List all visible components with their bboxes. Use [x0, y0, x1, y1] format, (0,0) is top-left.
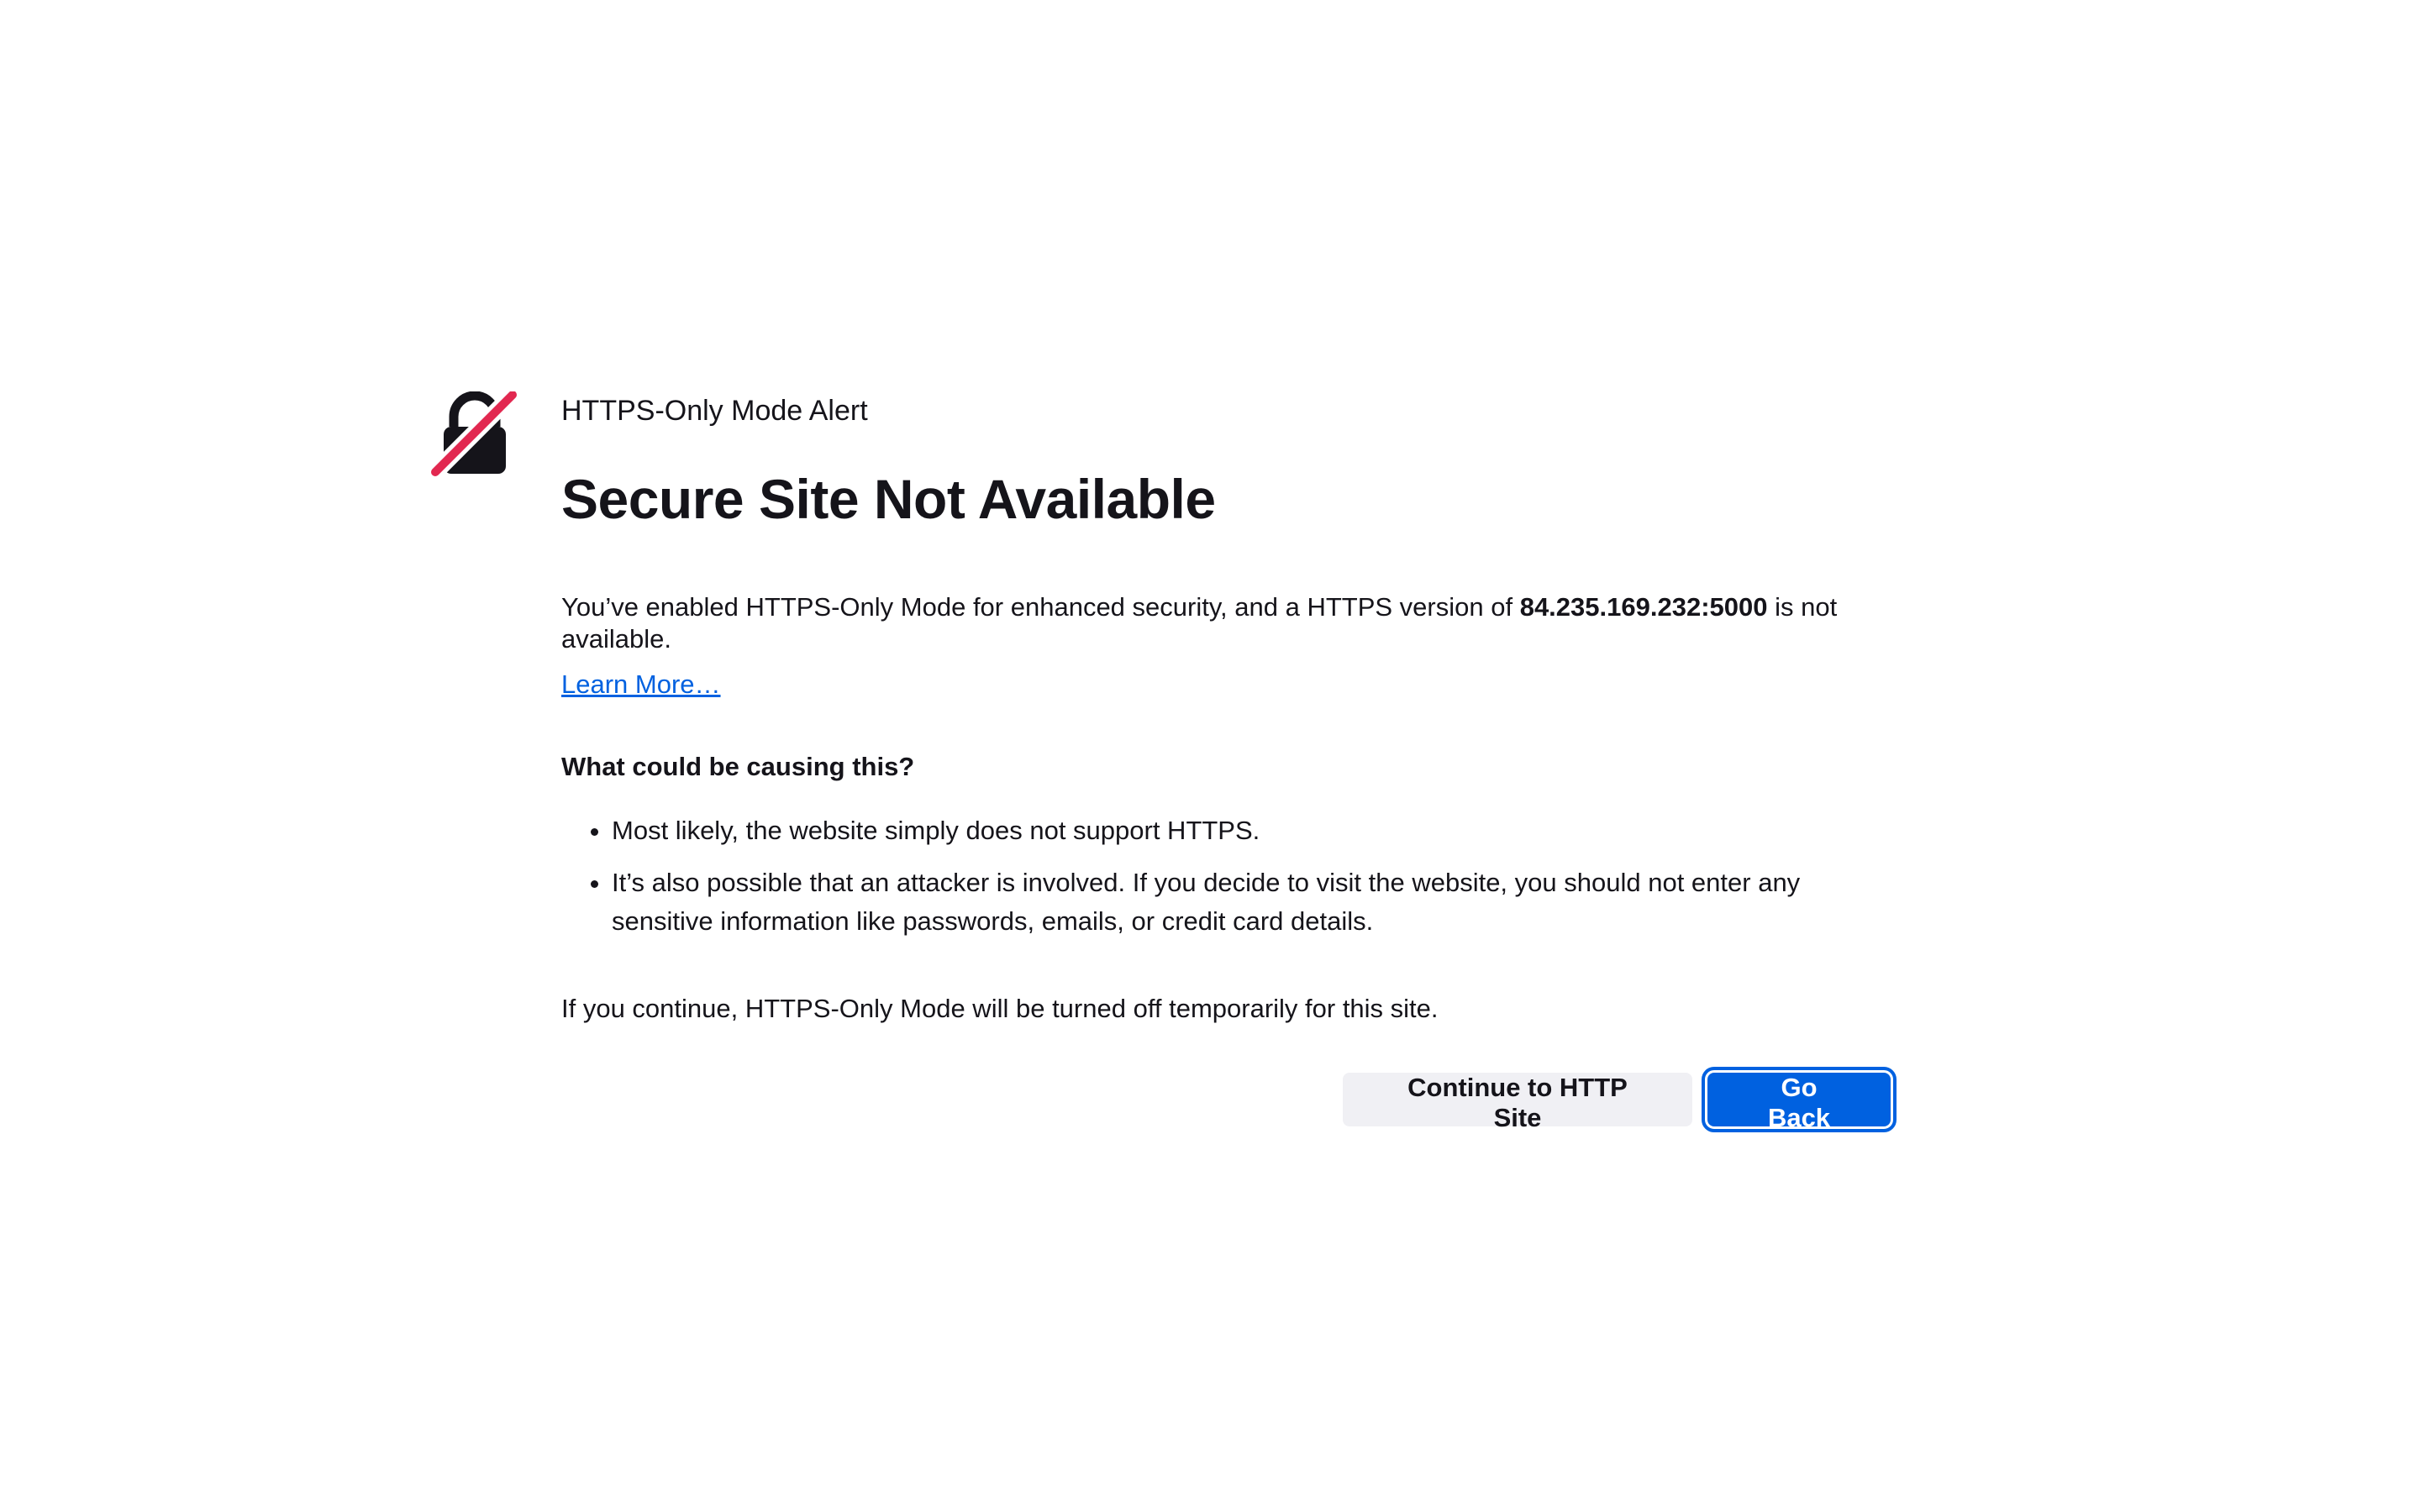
continue-note: If you continue, HTTPS-Only Mode will be… [561, 994, 1439, 1023]
page-title: Secure Site Not Available [561, 468, 1216, 530]
causes-list: Most likely, the website simply does not… [561, 811, 1897, 941]
list-item: It’s also possible that an attacker is i… [612, 864, 1897, 941]
causes-heading: What could be causing this? [561, 752, 915, 781]
https-only-error-page: HTTPS-Only Mode Alert Secure Site Not Av… [0, 0, 2420, 1512]
alert-subtitle: HTTPS-Only Mode Alert [561, 395, 868, 427]
site-host: 84.235.169.232:5000 [1519, 592, 1768, 622]
continue-to-http-button[interactable]: Continue to HTTP Site [1343, 1073, 1692, 1132]
description-text-before: You’ve enabled HTTPS-Only Mode for enhan… [561, 592, 1520, 622]
alert-content: HTTPS-Only Mode Alert Secure Site Not Av… [561, 388, 1897, 1025]
list-item: Most likely, the website simply does not… [612, 811, 1897, 850]
go-back-button[interactable]: Go Back [1702, 1067, 1897, 1132]
lock-slash-icon [427, 386, 521, 484]
button-row: Continue to HTTP Site Go Back [1343, 1067, 1897, 1132]
alert-description: You’ve enabled HTTPS-Only Mode for enhan… [561, 591, 1889, 655]
learn-more-link[interactable]: Learn More… [561, 669, 721, 701]
